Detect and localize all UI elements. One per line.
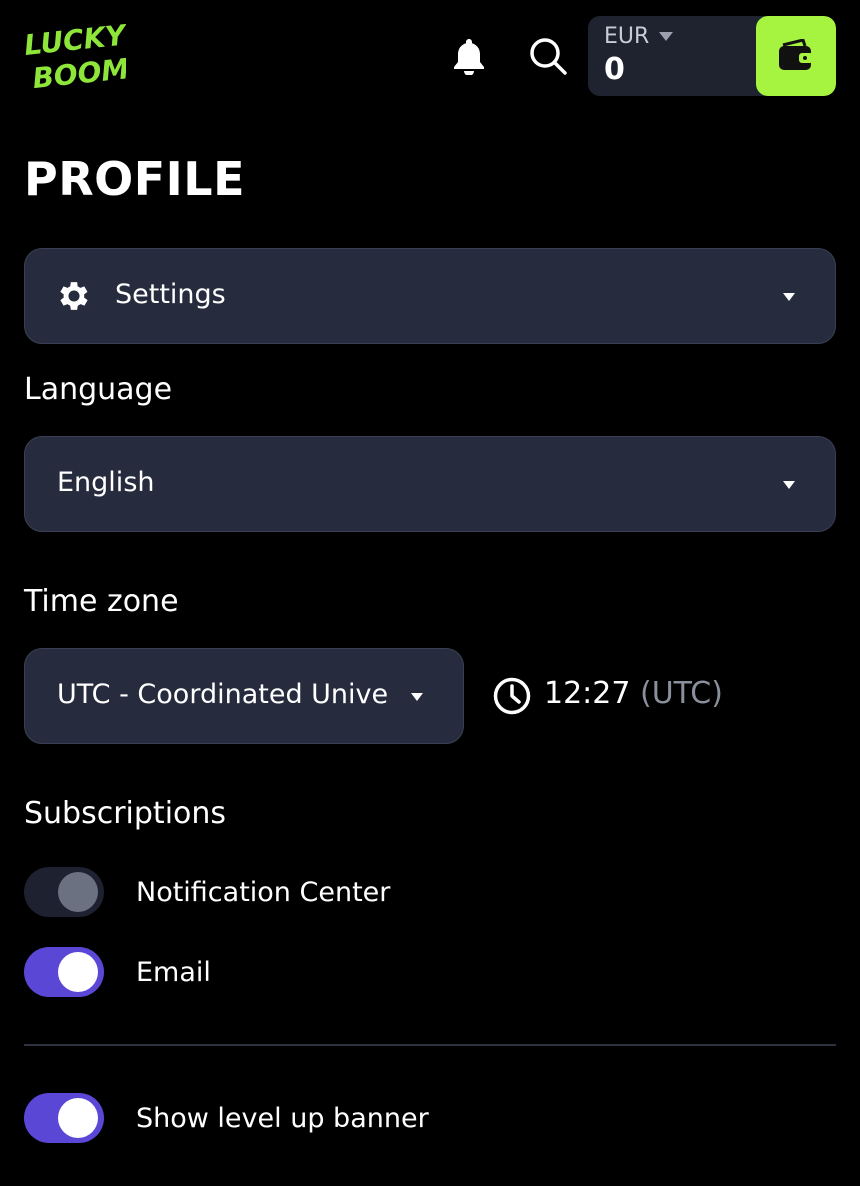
wallet-button[interactable] [756,16,836,96]
lucky-boom-logo[interactable]: LUCKY BOOM [22,18,131,95]
timezone-label: Time zone [24,584,179,619]
email-toggle[interactable] [24,947,104,997]
gear-icon [60,282,88,310]
email-row: Email [24,947,211,997]
notification-center-toggle[interactable] [24,867,104,917]
chevron-down-icon [659,32,674,41]
currency-selector[interactable]: EUR [604,24,674,49]
wallet-icon [779,39,813,70]
time-zone-suffix: (UTC) [640,676,723,711]
divider [24,1044,836,1046]
toggle-knob [58,1098,98,1138]
chevron-down-icon [783,481,795,489]
language-value: English [57,467,155,498]
page-title: PROFILE [24,152,246,206]
timezone-select[interactable]: UTC - Coordinated Unive [24,648,464,744]
chevron-down-icon [783,293,795,301]
level-up-banner-toggle[interactable] [24,1093,104,1143]
toggle-knob [58,872,98,912]
toggle-knob [58,952,98,992]
search-icon[interactable] [526,34,570,78]
currency-label: EUR [604,24,650,49]
balance-widget: EUR 0 [588,16,836,96]
language-label: Language [24,372,173,407]
language-select[interactable]: English [24,436,836,532]
balance-amount: 0 [604,52,625,87]
current-time: 12:27 (UTC) [544,676,723,711]
level-up-banner-label: Show level up banner [136,1102,429,1134]
bell-icon[interactable] [447,34,491,78]
subscriptions-label: Subscriptions [24,796,227,831]
profile-section-select[interactable]: Settings [24,248,836,344]
email-label: Email [136,956,211,988]
section-select-label: Settings [115,279,226,310]
notification-center-label: Notification Center [136,876,391,908]
level-up-banner-row: Show level up banner [24,1093,429,1143]
time-value: 12:27 [544,676,631,711]
clock-icon [493,677,531,715]
notification-center-row: Notification Center [24,867,390,917]
timezone-value: UTC - Coordinated Unive [57,679,389,710]
chevron-down-icon [411,693,423,701]
